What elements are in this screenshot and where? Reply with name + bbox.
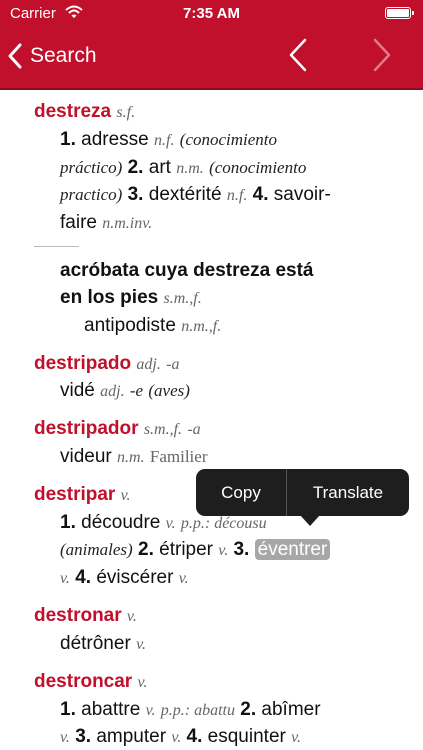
divider: [34, 246, 79, 247]
headword-destreza[interactable]: destreza s.f.: [34, 101, 135, 123]
selected-word[interactable]: éventrer: [254, 539, 331, 560]
definition-line: vidé adj. -e (aves): [60, 380, 190, 401]
translate-button[interactable]: Translate: [287, 469, 409, 516]
definition-line: faire n.m.inv.: [60, 212, 153, 233]
definition-line: détrôner v.: [60, 633, 146, 654]
clock: 7:35 AM: [183, 5, 240, 22]
definition-line: 1. adresse n.f. (conocimiento: [60, 129, 278, 150]
definition-line: v. 3. amputer v. 4. esquinter v.: [60, 726, 302, 747]
definition-line: (animales) 2. étriper v. 3. éventrer: [60, 539, 331, 561]
headword-destripado[interactable]: destripado adj. -a: [34, 353, 179, 375]
edit-menu-popup: Copy Translate: [196, 469, 409, 516]
definition-line: práctico) 2. art n.m. (conocimiento: [60, 157, 307, 178]
popup-pointer: [300, 515, 320, 526]
definition-line: videur n.m. Familier: [60, 446, 208, 467]
definition-line: v. 4. éviscérer v.: [60, 567, 189, 588]
back-button-label: Search: [30, 44, 97, 67]
battery-icon: [385, 7, 414, 19]
definition-line: 1. abattre v. p.p.: abattu 2. abîmer: [60, 699, 321, 720]
definition-line: antipodiste n.m.,f.: [84, 315, 222, 336]
back-to-search-button[interactable]: Search: [8, 38, 97, 74]
headword-destripar[interactable]: destripar v.: [34, 484, 131, 506]
headword-destripador[interactable]: destripador s.m.,f. -a: [34, 418, 201, 440]
definition-line: practico) 3. dextérité n.f. 4. savoir-: [60, 184, 331, 205]
headword-destroncar[interactable]: destroncar v.: [34, 671, 147, 693]
phrase-line: en los pies s.m.,f.: [60, 287, 202, 308]
previous-entry-button[interactable]: [284, 37, 314, 73]
nav-row: Search: [0, 26, 423, 86]
navigation-bar: Carrier 7:35 AM Search: [0, 0, 423, 90]
phrase-line: acróbata cuya destreza está: [60, 260, 314, 281]
status-bar: Carrier 7:35 AM: [0, 0, 423, 26]
copy-button[interactable]: Copy: [196, 469, 286, 516]
headword-destronar[interactable]: destronar v.: [34, 605, 137, 627]
next-entry-button[interactable]: [366, 37, 396, 73]
chevron-left-icon: [8, 43, 22, 69]
